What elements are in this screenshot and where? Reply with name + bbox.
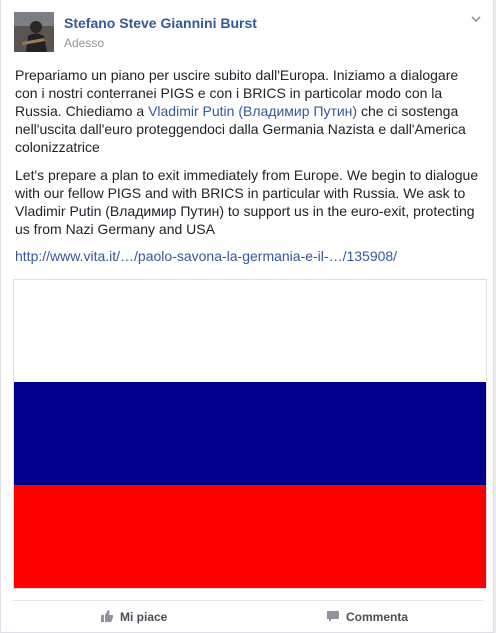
post-timestamp[interactable]: Adesso <box>64 36 104 50</box>
flag-stripe-red <box>14 485 486 588</box>
chevron-down-icon[interactable] <box>469 12 483 26</box>
post-text-english: Let's prepare a plan to exit immediately… <box>15 167 479 237</box>
russian-flag-image[interactable] <box>13 279 487 589</box>
thumbs-up-icon <box>100 609 114 626</box>
post-link-line: http://www.vita.it/…/paolo-savona-la-ger… <box>15 247 483 265</box>
external-link[interactable]: http://www.vita.it/…/paolo-savona-la-ger… <box>15 248 397 264</box>
like-button[interactable]: Mi piace <box>100 607 167 627</box>
action-bar: Mi piace Commenta <box>13 603 483 631</box>
action-divider <box>13 600 483 601</box>
flag-stripe-blue <box>14 382 486 485</box>
post-header: Stefano Steve Giannini Burst Adesso <box>14 12 483 54</box>
post-card: Stefano Steve Giannini Burst Adesso Prep… <box>0 0 494 633</box>
comment-button[interactable]: Commenta <box>326 607 408 627</box>
avatar[interactable] <box>14 12 54 52</box>
like-label: Mi piace <box>120 610 168 624</box>
comment-label: Commenta <box>346 610 409 624</box>
post-text-italian: Prepariamo un piano per uscire subito da… <box>15 66 483 156</box>
speech-bubble-icon <box>326 609 340 626</box>
avatar-image <box>14 12 54 52</box>
author-name[interactable]: Stefano Steve Giannini Burst <box>64 15 257 31</box>
flag-stripe-white <box>14 280 486 382</box>
mention-link[interactable]: Vladimir Putin (Владимир Путин) <box>148 103 357 119</box>
